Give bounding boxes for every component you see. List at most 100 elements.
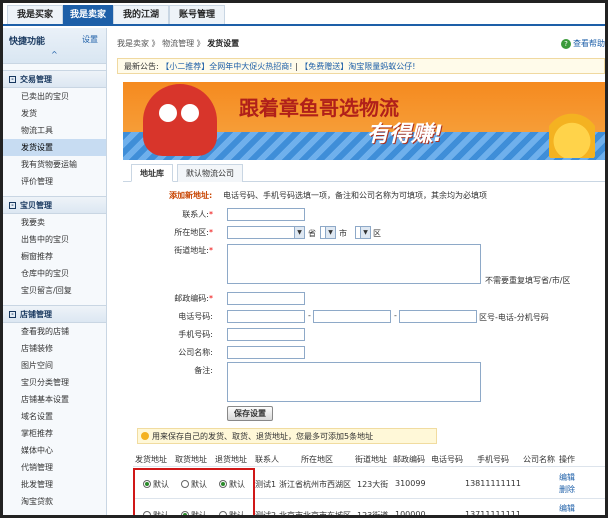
notice-link-2[interactable]: 【免费赠送】淘宝限量蚂蚁公仔! — [300, 62, 415, 71]
sidebar-item-categories[interactable]: 宝贝分类管理 — [3, 374, 106, 391]
coins-icon — [549, 102, 595, 158]
phone-ext-input[interactable] — [399, 310, 477, 323]
promo-banner[interactable]: 跟着章鱼哥选物流 有得赚! — [123, 82, 605, 160]
chevron-down-icon: ▼ — [325, 227, 335, 238]
sidebar-item-messages[interactable]: 宝贝留言/回复 — [3, 282, 106, 299]
lightbulb-icon — [141, 432, 149, 440]
breadcrumb-mid[interactable]: 物流管理 — [162, 39, 194, 48]
sidebar-item-loan[interactable]: 淘宝贷款 — [3, 493, 106, 510]
sidebar-item-decorate[interactable]: 店铺装修 — [3, 340, 106, 357]
help-link[interactable]: ? 查看帮助 — [561, 38, 605, 49]
tab-address-book[interactable]: 地址库 — [131, 164, 173, 182]
city-unit: 市 — [339, 229, 347, 238]
collapse-icon[interactable]: - — [9, 76, 16, 83]
sidebar-section-trade[interactable]: - 交易管理 — [3, 70, 106, 88]
remark-label: 备注: — [194, 366, 213, 375]
sidebar-section-items[interactable]: - 宝贝管理 — [3, 196, 106, 214]
postcode-input[interactable] — [227, 292, 305, 305]
col-region: 所在地区 — [301, 455, 333, 464]
collapse-icon[interactable]: - — [9, 311, 16, 318]
collapse-icon[interactable]: - — [9, 202, 16, 209]
phone-label: 电话号码: — [178, 312, 213, 321]
street-hint: 不需要重复填写省/市/区 — [485, 276, 571, 285]
sidebar-item-logistics-tools[interactable]: 物流工具 — [3, 122, 106, 139]
phone-number-input[interactable] — [313, 310, 391, 323]
octopus-eye-icon — [181, 104, 199, 122]
phone-area-input[interactable] — [227, 310, 305, 323]
tab-default-carrier[interactable]: 默认物流公司 — [177, 164, 243, 182]
street-textarea[interactable] — [227, 244, 481, 284]
sidebar-header: 快捷功能 设置 ^ — [3, 28, 106, 64]
highlight-box — [133, 468, 255, 515]
settings-tabs: 地址库 默认物流公司 — [123, 164, 605, 182]
row-region: 北京市北京市东城区 — [279, 511, 351, 518]
col-pickup: 取货地址 — [175, 455, 207, 464]
breadcrumb-root[interactable]: 我是卖家 — [117, 39, 149, 48]
sidebar-item-showcase[interactable]: 橱窗推荐 — [3, 248, 106, 265]
street-label: 街道地址:* — [174, 246, 213, 255]
col-postcode: 邮政编码 — [393, 455, 425, 464]
tab-jianghu[interactable]: 我的江湖 — [113, 5, 169, 24]
district-select[interactable]: ▼ — [355, 226, 371, 239]
col-actions: 操作 — [559, 455, 575, 464]
row-contact: 测试1 — [255, 480, 277, 489]
dash: - — [308, 311, 311, 320]
sidebar-item-wholesale[interactable]: 批发管理 — [3, 476, 106, 493]
sidebar-item-view-shop[interactable]: 查看我的店铺 — [3, 323, 106, 340]
sidebar-section-shop[interactable]: - 店铺管理 — [3, 305, 106, 323]
top-nav: 我是买家 我是卖家 我的江湖 账号管理 — [3, 3, 605, 26]
notice-link-1[interactable]: 【小二推荐】全网年中大促火热招商! — [161, 62, 292, 71]
region-label: 所在地区:* — [174, 228, 213, 237]
chevron-down-icon: ▼ — [294, 227, 304, 238]
tab-account[interactable]: 账号管理 — [169, 5, 225, 24]
sidebar-item-warehouse[interactable]: 仓库中的宝贝 — [3, 265, 106, 282]
sidebar-item-shop-settings[interactable]: 店铺基本设置 — [3, 391, 106, 408]
divider — [133, 466, 605, 467]
province-select[interactable]: ▼ — [227, 226, 305, 239]
col-ship: 发货地址 — [135, 455, 167, 464]
postcode-label: 邮政编码:* — [174, 294, 213, 303]
sidebar-item-sell[interactable]: 我要卖 — [3, 214, 106, 231]
col-mobile: 手机号码 — [477, 455, 509, 464]
row-street: 123大街 — [357, 480, 389, 489]
dash: - — [394, 311, 397, 320]
sidebar-item-media[interactable]: 媒体中心 — [3, 442, 106, 459]
row-mobile: 13811111111 — [465, 479, 521, 488]
contact-input[interactable] — [227, 208, 305, 221]
edit-link[interactable]: 编辑 — [559, 503, 575, 514]
city-select[interactable]: ▼ — [320, 226, 336, 239]
sidebar-item-recommend[interactable]: 掌柜推荐 — [3, 425, 106, 442]
edit-link[interactable]: 编辑 — [559, 472, 575, 483]
sidebar: 快捷功能 设置 ^ - 交易管理 已卖出的宝贝 发货 物流工具 发货设置 我有货物… — [3, 28, 107, 515]
collapse-caret-icon[interactable]: ^ — [51, 50, 58, 59]
sidebar-item-domain[interactable]: 域名设置 — [3, 408, 106, 425]
sidebar-item-images[interactable]: 图片空间 — [3, 357, 106, 374]
notice-prefix: 最新公告: — [124, 62, 162, 71]
address-tip: 用来保存自己的发货、取货、退货地址，您最多可添加5条地址 — [137, 428, 437, 444]
row-mobile: 13711111111 — [465, 510, 521, 518]
sidebar-item-on-sale[interactable]: 出售中的宝贝 — [3, 231, 106, 248]
save-button[interactable]: 保存设置 — [227, 406, 273, 421]
sidebar-title: 快捷功能 — [9, 37, 46, 47]
remark-textarea[interactable] — [227, 362, 481, 402]
delete-link[interactable]: 删除 — [559, 484, 575, 495]
sidebar-settings-link[interactable]: 设置 — [82, 34, 98, 45]
row-postcode: 310099 — [395, 479, 426, 488]
row-contact: 测试2 — [255, 511, 277, 518]
sidebar-item-consign[interactable]: 代销管理 — [3, 459, 106, 476]
sidebar-item-transport[interactable]: 我有货物要运输 — [3, 156, 106, 173]
mobile-input[interactable] — [227, 328, 305, 341]
col-street: 街道地址 — [355, 455, 387, 464]
company-label: 公司名称: — [178, 348, 213, 357]
tab-buyer[interactable]: 我是买家 — [7, 5, 63, 24]
sidebar-item-sold[interactable]: 已卖出的宝贝 — [3, 88, 106, 105]
sidebar-item-reviews[interactable]: 评价管理 — [3, 173, 106, 190]
tab-seller[interactable]: 我是卖家 — [63, 5, 113, 24]
sidebar-item-ship[interactable]: 发货 — [3, 105, 106, 122]
sidebar-item-ship-settings[interactable]: 发货设置 — [3, 139, 106, 156]
mobile-label: 手机号码: — [178, 330, 213, 339]
notice-bar: 最新公告: 【小二推荐】全网年中大促火热招商! | 【免费赠送】淘宝限量蚂蚁公仔… — [117, 58, 605, 74]
chevron-down-icon: ▼ — [360, 227, 370, 238]
form-hint: 电话号码、手机号码选填一项，备注和公司名称为可填项，其余均为必填项 — [223, 191, 487, 200]
company-input[interactable] — [227, 346, 305, 359]
